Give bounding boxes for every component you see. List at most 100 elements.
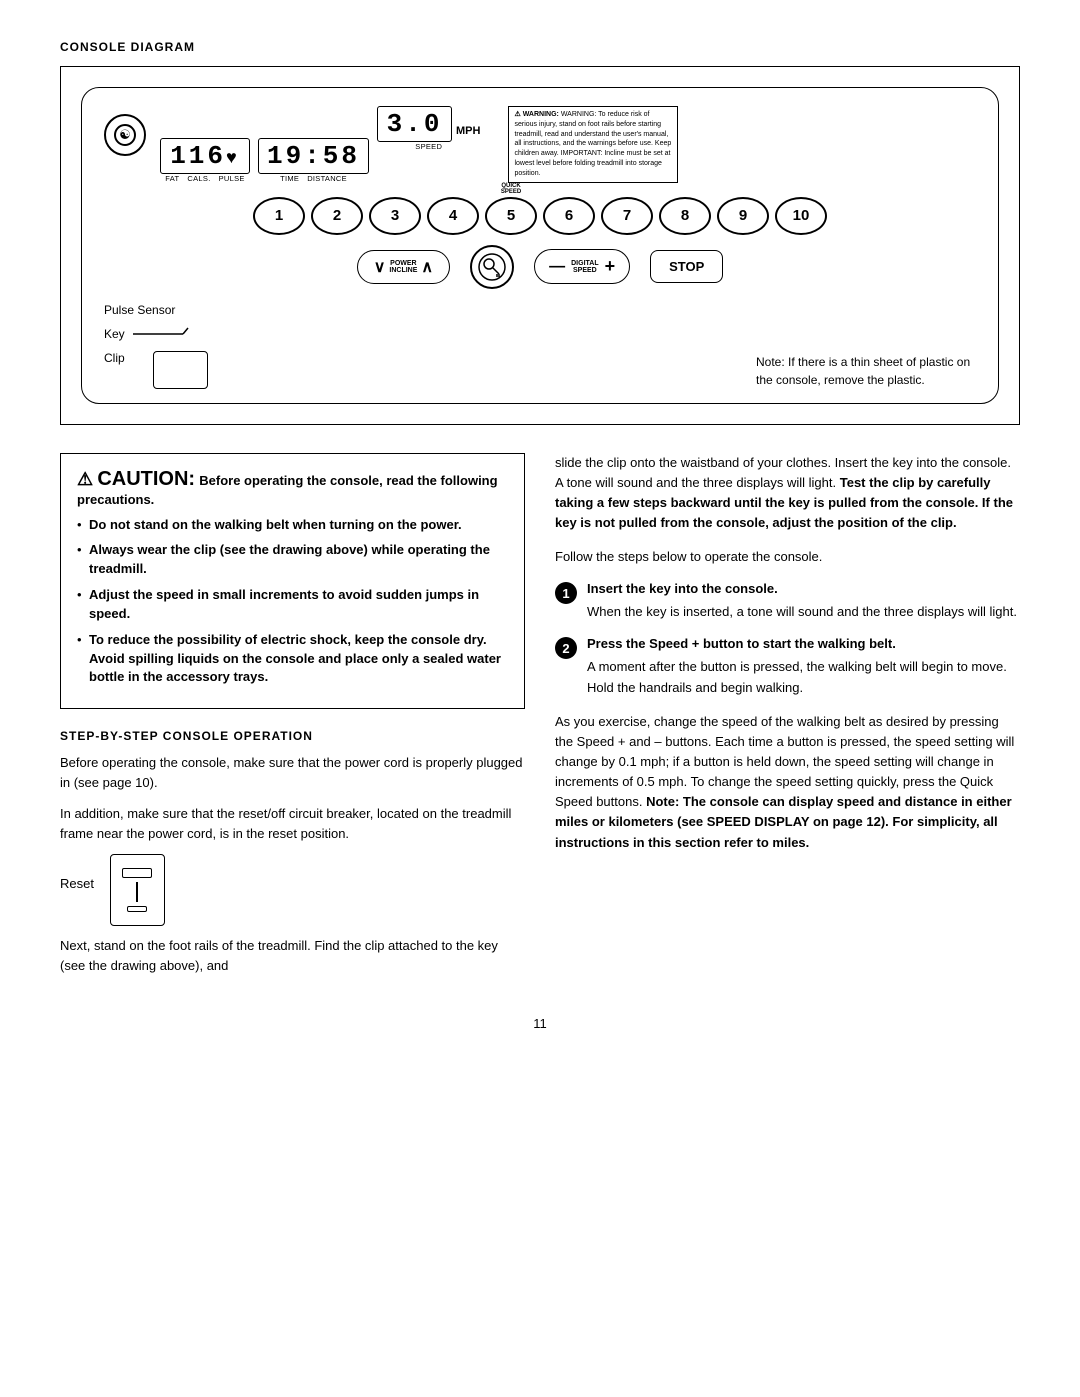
warning-text: WARNING: To reduce risk of serious injur… — [514, 111, 671, 177]
right-display-group: 3.0 MPH SPEED — [377, 106, 480, 151]
warning-box: ⚠ WARNING: WARNING: To reduce risk of se… — [508, 106, 678, 183]
caution-item-2: Always wear the clip (see the drawing ab… — [77, 541, 508, 579]
caution-item-3: Adjust the speed in small increments to … — [77, 586, 508, 624]
mph-label: MPH — [456, 125, 480, 137]
console-diagram-inner: ☯ 116♥ FAT CALS. PULSE — [81, 87, 999, 404]
step-1-title: Insert the key into the console. — [587, 581, 1017, 596]
step-1-content: Insert the key into the console. When th… — [587, 581, 1017, 622]
key-label: Key — [104, 327, 125, 341]
step-section-title: STEP-BY-STEP CONSOLE OPERATION — [60, 729, 525, 743]
step-para-3: Next, stand on the foot rails of the tre… — [60, 936, 525, 976]
step-para-2: In addition, make sure that the reset/of… — [60, 804, 525, 844]
num-btn-6[interactable]: 6 — [543, 197, 595, 235]
incline-up-icon: ∧ — [421, 257, 433, 277]
caution-box: ⚠ CAUTION: Before operating the console,… — [60, 453, 525, 710]
num-btn-3[interactable]: 3 — [369, 197, 421, 235]
num-btn-4[interactable]: 4 — [427, 197, 479, 235]
right-para-3: As you exercise, change the speed of the… — [555, 712, 1020, 853]
num-btn-8[interactable]: 8 — [659, 197, 711, 235]
speed-sub-label: SPEED — [415, 142, 442, 151]
caution-item-4: To reduce the possibility of electric sh… — [77, 631, 508, 688]
incline-button[interactable]: ∨ POWERINCLINE ∧ — [357, 250, 450, 284]
num-btn-10[interactable]: 10 — [775, 197, 827, 235]
digital-speed-button[interactable]: — DIGITALSPEED + — [534, 249, 630, 284]
reset-area: Reset — [60, 854, 525, 926]
key-icon — [477, 252, 507, 282]
key-line — [133, 325, 193, 343]
annotation-left: Pulse Sensor Key Clip — [104, 303, 208, 389]
num-btn-5[interactable]: QUICKSPEED 5 — [485, 197, 537, 235]
step-2-content: Press the Speed + button to start the wa… — [587, 636, 1020, 697]
reset-box — [110, 854, 165, 926]
displays-center: 116♥ FAT CALS. PULSE 19:58 — [160, 106, 976, 187]
middle-display-value: 19:58 — [267, 141, 360, 171]
clip-label: Clip — [104, 351, 125, 365]
warning-header: ⚠ WARNING: — [514, 111, 558, 118]
stop-button[interactable]: STOP — [650, 250, 723, 283]
step-para-1: Before operating the console, make sure … — [60, 753, 525, 793]
left-display-labels: FAT CALS. PULSE — [165, 174, 244, 183]
control-buttons-row: ∨ POWERINCLINE ∧ — DIGITALSPEED + — [104, 245, 976, 289]
page-number: 11 — [60, 1016, 1020, 1031]
num-btn-2[interactable]: 2 — [311, 197, 363, 235]
diagram-annotations: Pulse Sensor Key Clip Note: If there is … — [104, 303, 976, 389]
num-btn-7[interactable]: 7 — [601, 197, 653, 235]
caution-item-1: Do not stand on the walking belt when tu… — [77, 516, 508, 535]
speed-label: SPEED — [415, 142, 442, 151]
key-circle — [470, 245, 514, 289]
speed-minus-icon: — — [549, 258, 565, 276]
stop-label: STOP — [669, 259, 704, 274]
quick-speed-label: QUICKSPEED — [501, 183, 521, 195]
step-2-circle: 2 — [555, 637, 577, 659]
console-diagram-box: ☯ 116♥ FAT CALS. PULSE — [60, 66, 1020, 425]
caution-title: ⚠ CAUTION: Before operating the console,… — [77, 468, 508, 508]
right-para-1: slide the clip onto the waistband of you… — [555, 453, 1020, 534]
step-1-desc: When the key is inserted, a tone will so… — [587, 602, 1017, 622]
svg-text:☯: ☯ — [119, 127, 131, 142]
console-diagram-title: CONSOLE DIAGRAM — [60, 40, 1020, 54]
note-text: Note: If there is a thin sheet of plasti… — [756, 355, 970, 387]
left-display-value: 116 — [170, 141, 226, 171]
displays-row: 116♥ FAT CALS. PULSE 19:58 — [160, 106, 976, 183]
heart-symbol: ♥ — [226, 149, 240, 169]
diagram-top-row: ☯ 116♥ FAT CALS. PULSE — [104, 106, 976, 187]
right-display-area: 3.0 MPH SPEED ⚠ WARNING: WARNING: To red… — [377, 106, 678, 183]
num-btn-1[interactable]: 1 — [253, 197, 305, 235]
middle-display-labels: TIME DISTANCE — [280, 174, 347, 183]
step-1-circle: 1 — [555, 582, 577, 604]
fat-label: FAT — [165, 174, 179, 183]
pulse-icon: ☯ — [104, 114, 146, 156]
right-display-value: 3.0 — [387, 109, 443, 139]
left-column: ⚠ CAUTION: Before operating the console,… — [60, 453, 525, 987]
reset-label: Reset — [60, 876, 94, 891]
step-2: 2 Press the Speed + button to start the … — [555, 636, 1020, 697]
middle-display-group: 19:58 TIME DISTANCE — [258, 138, 369, 183]
pulse-label: PULSE — [219, 174, 245, 183]
incline-down-icon: ∨ — [374, 257, 386, 277]
speed-plus-icon: + — [605, 256, 616, 277]
step-section: STEP-BY-STEP CONSOLE OPERATION Before op… — [60, 729, 525, 976]
clip-box — [153, 351, 208, 389]
right-para-2: Follow the steps below to operate the co… — [555, 547, 1020, 567]
left-display: 116♥ — [160, 138, 250, 174]
step-2-desc: A moment after the button is pressed, th… — [587, 657, 1020, 697]
caution-icon: ⚠ — [77, 469, 93, 489]
right-column: slide the clip onto the waistband of you… — [555, 453, 1020, 987]
number-buttons-row: 1 2 3 4 QUICKSPEED 5 6 7 8 9 10 — [104, 197, 976, 235]
cals-label: CALS. — [187, 174, 210, 183]
num-btn-9[interactable]: 9 — [717, 197, 769, 235]
middle-display: 19:58 — [258, 138, 369, 174]
left-display-group: 116♥ FAT CALS. PULSE — [160, 138, 250, 183]
clip-area: Clip — [104, 351, 208, 389]
digital-speed-label: DIGITALSPEED — [571, 260, 598, 274]
incline-label: POWERINCLINE — [389, 260, 417, 274]
pulse-sensor-area: ☯ — [104, 114, 146, 156]
caution-list: Do not stand on the walking belt when tu… — [77, 516, 508, 688]
annotation-right: Note: If there is a thin sheet of plasti… — [756, 353, 976, 389]
right-display: 3.0 — [377, 106, 452, 142]
main-content: ⚠ CAUTION: Before operating the console,… — [60, 453, 1020, 987]
pulse-sensor-label: Pulse Sensor — [104, 303, 208, 317]
caution-word: CAUTION: — [97, 468, 195, 490]
step-1: 1 Insert the key into the console. When … — [555, 581, 1020, 622]
step-2-title: Press the Speed + button to start the wa… — [587, 636, 1020, 651]
